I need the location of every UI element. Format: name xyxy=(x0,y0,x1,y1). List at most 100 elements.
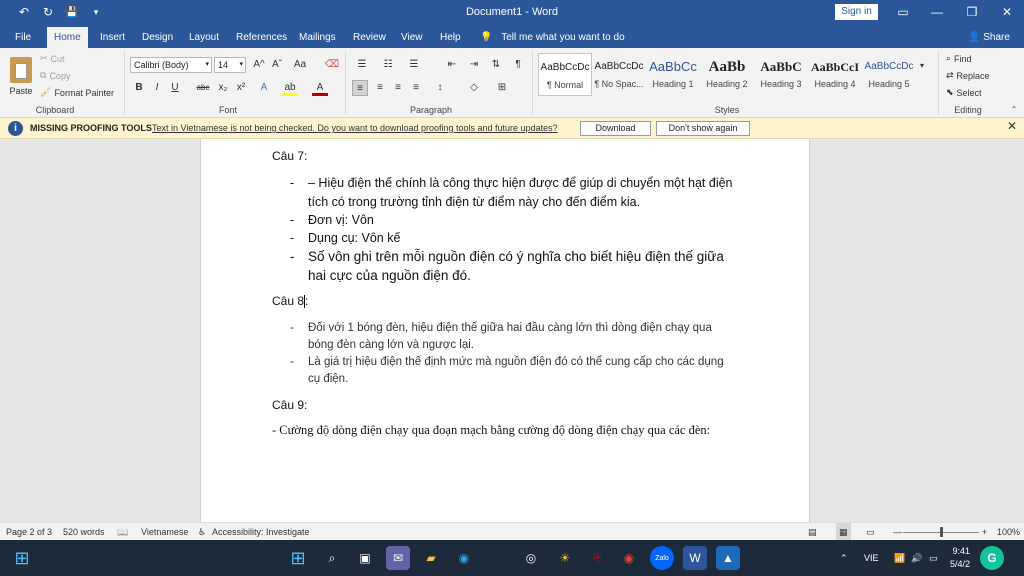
styles-more-icon[interactable]: ▾ xyxy=(917,58,927,74)
word-app-icon[interactable]: W xyxy=(683,546,707,570)
style-heading-1[interactable]: AaBbCc Heading 1 xyxy=(646,53,700,96)
tab-insert[interactable]: Insert xyxy=(93,27,132,48)
tell-me-search[interactable]: 💡 Tell me what you want to do xyxy=(480,27,625,48)
restore-icon[interactable]: ❐ xyxy=(955,0,989,24)
bullets-icon[interactable]: ☰ xyxy=(354,57,370,73)
align-right-icon[interactable]: ≡ xyxy=(390,80,406,96)
paste-button[interactable]: Paste xyxy=(8,52,34,96)
justify-icon[interactable]: ≡ xyxy=(408,80,424,96)
sign-in-button[interactable]: Sign in xyxy=(835,4,878,20)
grammarly-icon[interactable]: G xyxy=(980,546,1004,570)
tab-design[interactable]: Design xyxy=(135,27,180,48)
redo-icon[interactable]: ↻ xyxy=(38,2,58,22)
borders-icon[interactable]: ⊞ xyxy=(494,80,510,96)
format-painter-button[interactable]: 🖌 Format Painter xyxy=(40,87,114,98)
sort-icon[interactable]: ⇅ xyxy=(488,57,504,73)
message-text[interactable]: Text in Vietnamese is not being checked.… xyxy=(152,118,558,139)
document-page[interactable]: Câu 7: - – Hiệu điện thế chính là công t… xyxy=(200,139,810,522)
windows-start-icon[interactable]: ⊞ xyxy=(10,546,34,570)
zalo-icon[interactable]: Zalo xyxy=(650,546,674,570)
volume-icon[interactable]: 🔊 xyxy=(911,540,922,576)
copy-button[interactable]: ⧉ Copy xyxy=(40,70,70,81)
wifi-icon[interactable]: 📶 xyxy=(894,540,905,576)
clock[interactable]: 9:41 5/4/2 xyxy=(950,545,970,571)
share-button[interactable]: 👤 Share xyxy=(968,27,1010,48)
github-icon[interactable]: ◎ xyxy=(519,546,543,570)
undo-icon[interactable]: ↶ xyxy=(14,2,34,22)
zoom-out-button[interactable]: — xyxy=(893,523,902,541)
language-indicator[interactable]: Vietnamese xyxy=(141,523,188,541)
style-heading-3[interactable]: AaBbC Heading 3 xyxy=(754,53,808,96)
accessibility-status[interactable]: Accessibility: Investigate xyxy=(212,523,310,541)
cut-button[interactable]: ✂ Cut xyxy=(40,53,65,64)
select-button[interactable]: ⬉ Select xyxy=(946,87,982,98)
bold-button[interactable]: B xyxy=(131,80,147,96)
download-button[interactable]: Download xyxy=(580,121,651,136)
close-icon[interactable]: ✕ xyxy=(990,0,1024,24)
style-heading-5[interactable]: AaBbCcDc Heading 5 xyxy=(862,53,916,96)
style-heading-4[interactable]: AaBbCcI Heading 4 xyxy=(808,53,862,96)
font-size-select[interactable]: 14 ▾ xyxy=(214,57,246,73)
font-family-select[interactable]: Calibri (Body) ▾ xyxy=(130,57,212,73)
task-view-icon[interactable]: ▣ xyxy=(353,546,377,570)
subscript-button[interactable]: x₂ xyxy=(215,80,231,96)
clear-formatting-icon[interactable]: ⌫ xyxy=(324,57,340,73)
tab-home[interactable]: Home xyxy=(47,27,88,48)
teams-chat-icon[interactable]: ✉ xyxy=(386,546,410,570)
tab-view[interactable]: View xyxy=(394,27,430,48)
tab-review[interactable]: Review xyxy=(346,27,393,48)
zoom-slider-thumb[interactable] xyxy=(940,527,943,537)
strikethrough-button[interactable]: abc xyxy=(194,80,212,96)
style-no-spacing[interactable]: AaBbCcDc ¶ No Spac... xyxy=(592,53,646,96)
page-count[interactable]: Page 2 of 3 xyxy=(6,523,52,541)
file-explorer-icon[interactable]: ▰ xyxy=(419,546,443,570)
multilevel-list-icon[interactable]: ☰ xyxy=(406,57,422,73)
tab-references[interactable]: References xyxy=(229,27,294,48)
text-effects-icon[interactable]: A xyxy=(256,80,272,96)
tab-mailings[interactable]: Mailings xyxy=(292,27,343,48)
increase-indent-icon[interactable]: ⇥ xyxy=(466,57,482,73)
collapse-ribbon-icon[interactable]: ⌃ xyxy=(1006,102,1022,118)
read-mode-icon[interactable]: ▤ xyxy=(808,523,817,541)
align-left-icon[interactable]: ≡ xyxy=(352,80,368,96)
align-center-icon[interactable]: ≡ xyxy=(372,80,388,96)
superscript-button[interactable]: x² xyxy=(233,80,249,96)
search-icon[interactable]: ⌕ xyxy=(320,546,344,570)
input-language[interactable]: VIE xyxy=(864,540,879,576)
font-color-icon[interactable]: A xyxy=(312,80,328,96)
shrink-font-icon[interactable]: Aˇ xyxy=(268,57,286,73)
replace-button[interactable]: ⇄ Replace xyxy=(946,70,990,81)
ribbon-display-options-icon[interactable]: ▭ xyxy=(886,0,920,24)
word-count[interactable]: 520 words xyxy=(63,523,105,541)
customize-toolbar-icon[interactable]: ▾ xyxy=(86,2,106,22)
chrome-browser-icon[interactable]: ◉ xyxy=(617,546,641,570)
highlight-icon[interactable]: ab xyxy=(282,80,298,96)
start-menu-icon[interactable]: ⊞ xyxy=(286,546,310,570)
save-icon[interactable]: 💾 xyxy=(62,2,82,22)
tab-file[interactable]: File xyxy=(8,27,38,48)
find-button[interactable]: ⌕ Find xyxy=(946,53,972,64)
shading-icon[interactable]: ◇ xyxy=(466,80,482,96)
minimize-icon[interactable]: — xyxy=(920,0,954,24)
italic-button[interactable]: I xyxy=(149,80,165,96)
grow-font-icon[interactable]: A^ xyxy=(250,57,268,73)
battery-icon[interactable]: ▭ xyxy=(929,540,938,576)
close-icon[interactable]: ✕ xyxy=(1007,119,1017,133)
decrease-indent-icon[interactable]: ⇤ xyxy=(444,57,460,73)
numbering-icon[interactable]: ☷ xyxy=(380,57,396,73)
weather-app-icon[interactable]: ☀ xyxy=(553,546,577,570)
zoom-in-button[interactable]: + xyxy=(982,523,987,541)
antivirus-icon[interactable]: ⛨ xyxy=(586,546,610,570)
web-layout-icon[interactable]: ▭ xyxy=(866,523,875,541)
photos-app-icon[interactable]: ▲ xyxy=(716,546,740,570)
style-heading-2[interactable]: AaBb Heading 2 xyxy=(700,53,754,96)
change-case-icon[interactable]: Aa xyxy=(290,57,310,73)
proofing-icon[interactable]: 📖 xyxy=(117,523,128,541)
show-marks-icon[interactable]: ¶ xyxy=(510,57,526,73)
show-hidden-icons-icon[interactable]: ⌃ xyxy=(840,540,848,576)
underline-button[interactable]: U xyxy=(167,80,183,96)
dont-show-again-button[interactable]: Don't show again xyxy=(656,121,750,136)
line-spacing-icon[interactable]: ↕ xyxy=(432,80,448,96)
zoom-level[interactable]: 100% xyxy=(997,523,1020,541)
tab-layout[interactable]: Layout xyxy=(182,27,226,48)
